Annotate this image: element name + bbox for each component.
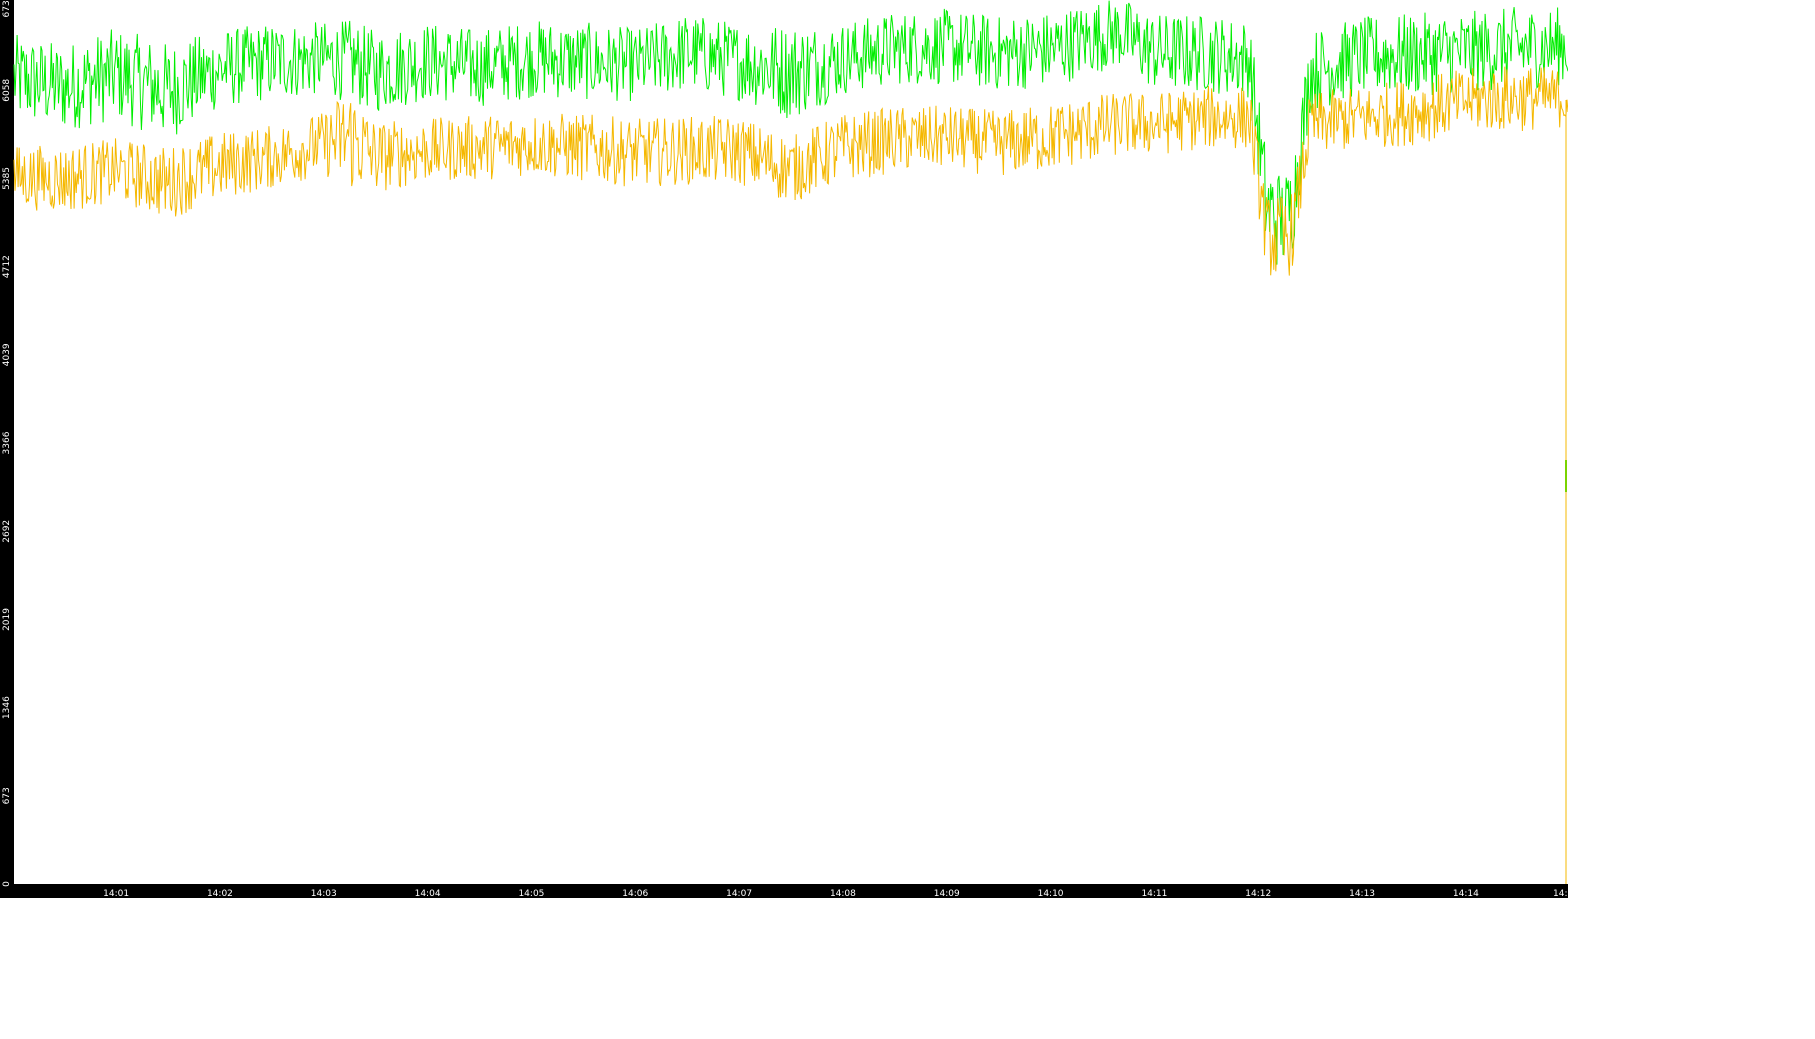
y-tick-label: 0 [2, 881, 12, 887]
chart: 0 673 1346 2019 2692 3366 4039 4712 5385 6058 6732… [0, 0, 1568, 898]
x-tick-label: 14:02 [207, 889, 233, 898]
x-axis: 14:01 14:02 14:03 14:04 14:05 14:06 14:07 14:08… [103, 889, 1568, 898]
x-tick-label: 14:01 [103, 889, 129, 898]
x-tick-label: 14:04 [415, 889, 441, 898]
y-tick-label: 4712 [2, 255, 12, 278]
y-tick-label: 6058 [2, 79, 12, 102]
y-axis: 0 673 1346 2019 2692 3366 4039 4712 5385 6058 6732 [2, 0, 12, 887]
x-tick-label: 14:10 [1038, 889, 1064, 898]
y-tick-label: 5385 [2, 167, 12, 190]
x-tick-label: 14:03 [311, 889, 337, 898]
y-tick-label: 2019 [2, 608, 12, 631]
x-tick-label: 14:05 [518, 889, 544, 898]
x-tick-label: 14:12 [1245, 889, 1271, 898]
x-tick-label: 14:06 [622, 889, 648, 898]
y-tick-label: 6732 [2, 0, 12, 17]
x-tick-label: 14:15 [1553, 889, 1568, 898]
x-tick-label: 14:09 [934, 889, 960, 898]
y-tick-label: 673 [2, 787, 12, 804]
y-tick-label: 2692 [2, 520, 12, 543]
y-tick-label: 1346 [2, 696, 12, 719]
x-tick-label: 14:11 [1141, 889, 1167, 898]
y-tick-label: 3366 [2, 431, 12, 454]
x-tick-label: 14:13 [1349, 889, 1375, 898]
x-tick-label: 14:07 [726, 889, 752, 898]
y-tick-label: 4039 [2, 343, 12, 366]
x-tick-label: 14:08 [830, 889, 856, 898]
chart-svg: 0 673 1346 2019 2692 3366 4039 4712 5385 6058 6732… [2, 0, 1568, 898]
plot-area [14, 0, 1568, 884]
x-tick-label: 14:14 [1453, 889, 1479, 898]
